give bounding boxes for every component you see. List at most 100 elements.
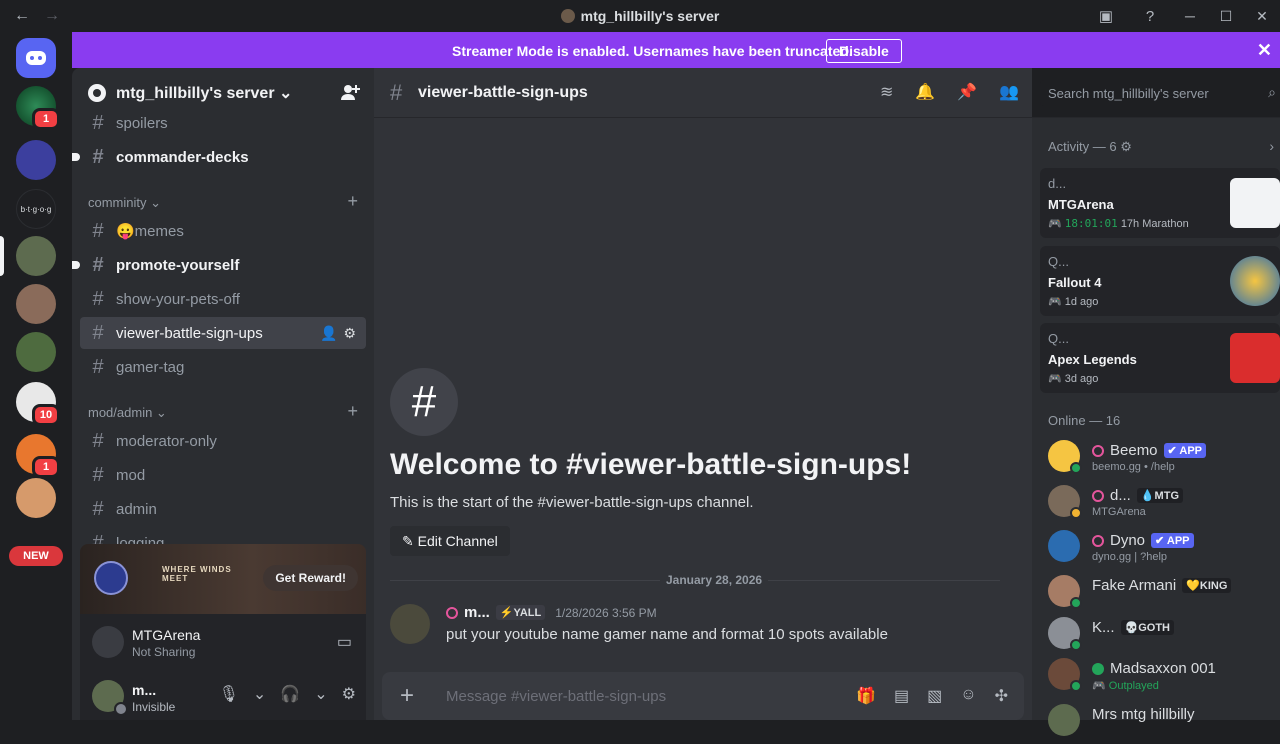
status-indicator	[114, 702, 128, 716]
member-name: d...	[1110, 487, 1131, 504]
invite-people-icon[interactable]	[340, 82, 360, 102]
threads-icon[interactable]: ≋	[880, 82, 893, 102]
disable-streamer-button[interactable]: Disable	[826, 39, 902, 63]
channel-admin[interactable]: # admin	[80, 493, 366, 525]
maximize-button[interactable]: ☐	[1208, 8, 1244, 25]
close-banner-icon[interactable]: ✕	[1257, 40, 1272, 61]
channel-hash-icon: #	[390, 368, 458, 436]
search-input[interactable]: Search mtg_hillbilly's server ⌕	[1040, 80, 1280, 106]
headphones-icon[interactable]: 🎧	[280, 684, 300, 704]
close-window-button[interactable]: ✕	[1244, 8, 1280, 25]
message-input[interactable]: Message #viewer-battle-sign-ups	[446, 688, 666, 705]
server-icon-8[interactable]: 1	[16, 434, 60, 478]
notification-bell-icon[interactable]: 🔔	[915, 82, 935, 102]
channel-name: show-your-pets-off	[116, 290, 240, 308]
avatar[interactable]	[390, 604, 430, 644]
minimize-button[interactable]: ─	[1172, 8, 1208, 24]
hash-icon: #	[92, 463, 104, 486]
member-item[interactable]: d... 💧MTG MTGArena	[1048, 481, 1280, 525]
controller-icon: 🎮	[1048, 218, 1065, 230]
channel-spoilers[interactable]: # spoilers	[80, 107, 366, 139]
member-list-icon[interactable]: 👥	[999, 82, 1019, 102]
channel-viewer-battle-sign-ups[interactable]: # viewer-battle-sign-ups 👤 ⚙	[80, 317, 366, 349]
activity-game: Apex Legends	[1048, 352, 1137, 367]
category-mod-admin[interactable]: mod/admin ⌄	[88, 405, 167, 421]
member-item[interactable]: Beemo ✔ APP beemo.gg • /help	[1048, 436, 1280, 480]
help-icon[interactable]: ?	[1128, 8, 1172, 25]
member-status: MTGArena	[1092, 506, 1146, 518]
server-icon-3[interactable]: b·t·g·o·g	[16, 189, 56, 229]
welcome-subtitle: This is the start of the #viewer-battle-…	[390, 494, 754, 511]
member-item[interactable]: Madsaxxon 001 🎮 Outplayed	[1048, 654, 1280, 698]
server-icon-2[interactable]	[16, 140, 56, 180]
chevron-down-icon[interactable]: ⌄	[314, 684, 327, 704]
server-icon-6[interactable]	[16, 332, 56, 372]
channel-moderator-only[interactable]: # moderator-only	[80, 425, 366, 457]
message[interactable]: m... ⚡YALL 1/28/2026 3:56 PM put your yo…	[390, 600, 1010, 644]
member-status: 🎮 Outplayed	[1092, 679, 1159, 692]
channel-gamer-tag[interactable]: # gamer-tag	[80, 351, 366, 383]
message-author[interactable]: m...	[464, 604, 490, 621]
server-icon-9[interactable]	[16, 478, 56, 518]
channel-name: viewer-battle-sign-ups	[116, 324, 263, 342]
nitro-badge-icon	[1092, 444, 1104, 457]
microphone-icon[interactable]: 🎙	[219, 684, 239, 704]
channel-memes[interactable]: # 😛memes	[80, 215, 366, 247]
hash-icon: #	[92, 219, 104, 242]
promo-brand: WHERE WINDS MEET	[162, 565, 232, 583]
channel-settings-icon[interactable]: ⚙	[343, 325, 356, 342]
inbox-icon[interactable]: ▣	[1084, 7, 1128, 25]
member-item[interactable]: Mrs mtg hillbilly	[1048, 700, 1280, 744]
channel-name: moderator-only	[116, 432, 217, 450]
channel-header: # viewer-battle-sign-ups ≋ 🔔 📌 👥 Search …	[374, 68, 1280, 118]
member-item[interactable]: K... 💀GOTH	[1048, 613, 1280, 657]
activity-card[interactable]: d... MTGArena 🎮 18:01:01 17h Marathon	[1040, 168, 1280, 238]
clan-tag[interactable]: ⚡YALL	[495, 605, 546, 620]
promo-banner[interactable]: WHERE WINDS MEET Get Reward!	[80, 544, 366, 614]
discord-home-icon[interactable]	[16, 38, 56, 78]
gift-icon[interactable]: 🎁	[856, 686, 876, 706]
channel-commander-decks[interactable]: # commander-decks	[72, 141, 366, 173]
server-icon-current[interactable]	[16, 236, 56, 276]
channel-mod[interactable]: # mod	[80, 459, 366, 491]
create-channel-icon[interactable]: +	[347, 191, 358, 212]
user-settings-icon[interactable]: ⚙	[342, 684, 356, 704]
hash-icon: #	[92, 111, 104, 134]
mention-badge: 10	[32, 404, 60, 426]
create-invite-icon[interactable]: 👤	[320, 325, 337, 342]
controller-icon: 🎮	[1092, 680, 1109, 692]
streamer-mode-banner: Streamer Mode is enabled. Usernames have…	[72, 32, 1280, 68]
get-reward-button[interactable]: Get Reward!	[263, 565, 358, 591]
channel-promote-yourself[interactable]: # promote-yourself	[72, 249, 366, 281]
create-channel-icon[interactable]: +	[347, 401, 358, 422]
member-item[interactable]: Dyno ✔ APP dyno.gg | ?help	[1048, 526, 1280, 570]
activity-card[interactable]: Q... Apex Legends 🎮 3d ago	[1040, 323, 1280, 393]
channel-show-your-pets-off[interactable]: # show-your-pets-off	[80, 283, 366, 315]
online-status	[1070, 597, 1082, 609]
screen-share-icon[interactable]: ▭	[337, 632, 352, 652]
server-icon-1[interactable]: 1	[16, 86, 60, 130]
gif-icon[interactable]: ▤	[894, 686, 909, 706]
online-status	[1070, 680, 1082, 692]
chevron-right-icon[interactable]: ›	[1269, 138, 1274, 154]
channel-name: commander-decks	[116, 148, 249, 166]
server-icon-7[interactable]: 10	[16, 382, 60, 426]
member-item[interactable]: Fake Armani 💛KING	[1048, 571, 1280, 615]
pin-icon[interactable]: 📌	[957, 82, 977, 102]
message-composer[interactable]: + Message #viewer-battle-sign-ups 🎁 ▤ ▧ …	[382, 672, 1024, 720]
controller-icon: 🎮	[1048, 296, 1065, 308]
search-icon: ⌕	[1268, 84, 1276, 100]
emoji-icon[interactable]: ☺	[960, 686, 976, 706]
server-icon-5[interactable]	[16, 284, 56, 324]
attach-plus-icon[interactable]: +	[400, 682, 414, 710]
activity-card[interactable]: Q... Fallout 4 🎮 1d ago	[1040, 246, 1280, 316]
sticker-icon[interactable]: ▧	[927, 686, 942, 706]
mtgarena-icon	[92, 626, 124, 658]
category-comminity[interactable]: comminity ⌄	[88, 195, 161, 211]
idle-status	[1070, 507, 1082, 519]
clan-tag: 💀GOTH	[1120, 620, 1174, 635]
edit-channel-button[interactable]: ✎ Edit Channel	[390, 526, 510, 556]
chevron-down-icon[interactable]: ⌄	[253, 684, 266, 704]
online-header: Online — 16	[1048, 413, 1121, 428]
apps-icon[interactable]: ✣	[995, 686, 1008, 706]
